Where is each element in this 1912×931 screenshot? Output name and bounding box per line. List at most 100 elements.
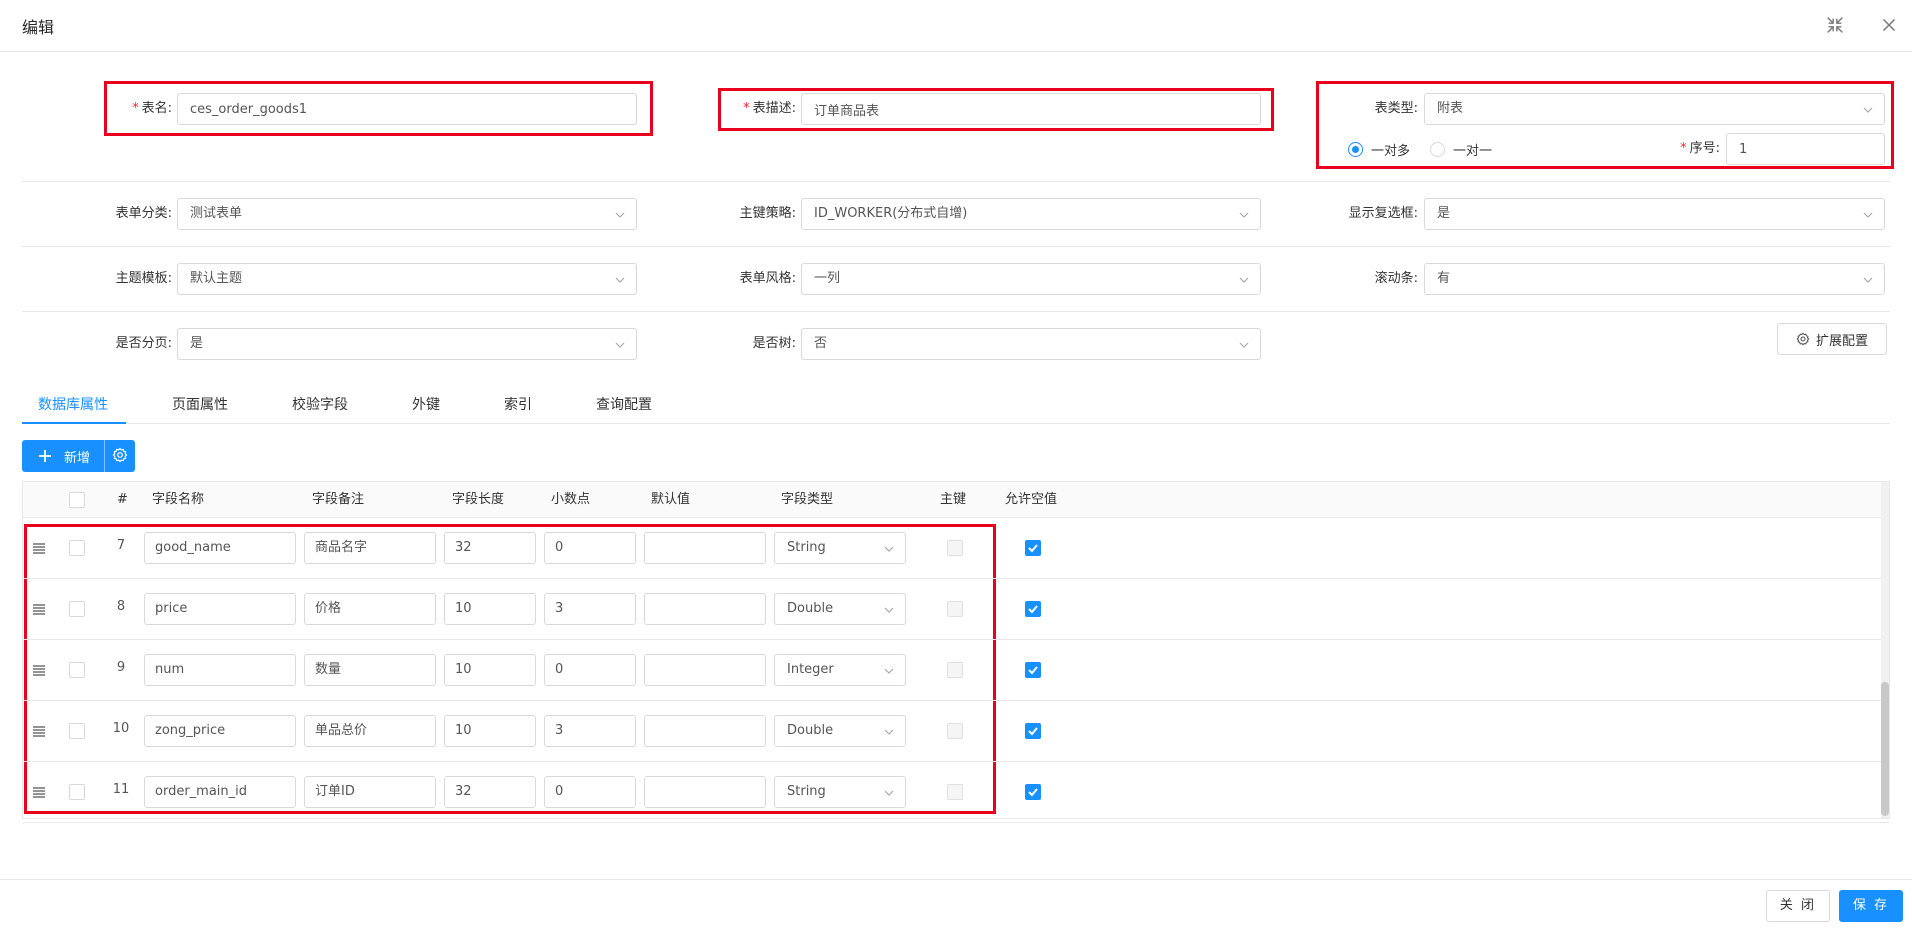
field-type-select[interactable]: String (774, 776, 906, 808)
field-decimal-input[interactable]: 3 (544, 715, 636, 747)
chevron-down-icon (1238, 209, 1250, 221)
radio-dot (1348, 141, 1363, 157)
drag-handle-icon[interactable] (31, 723, 47, 739)
drag-handle-icon[interactable] (31, 540, 47, 556)
table-desc-input[interactable] (801, 93, 1261, 125)
chevron-down-icon (1238, 274, 1250, 286)
chevron-down-icon (614, 339, 626, 351)
scrollbar-thumb[interactable] (1881, 682, 1889, 816)
chevron-down-icon (1862, 209, 1874, 221)
tab-query-config[interactable]: 查询配置 (596, 394, 652, 414)
field-remark-input[interactable]: 价格 (304, 593, 436, 625)
field-decimal-input[interactable]: 0 (544, 532, 636, 564)
field-type-select[interactable]: Integer (774, 654, 906, 686)
field-default-input[interactable] (644, 715, 766, 747)
select-all-checkbox[interactable] (69, 492, 85, 508)
field-type-select[interactable]: String (774, 532, 906, 564)
tab-foreign-keys[interactable]: 外键 (412, 394, 440, 414)
field-name-input[interactable]: price (144, 593, 296, 625)
form-category-select[interactable]: 测试表单 (177, 198, 637, 230)
field-name-input[interactable]: num (144, 654, 296, 686)
pk-checkbox[interactable] (947, 601, 963, 617)
chevron-down-icon (883, 665, 895, 677)
field-default-input[interactable] (644, 593, 766, 625)
field-length-input[interactable]: 32 (444, 776, 536, 808)
chevron-down-icon (883, 604, 895, 616)
table-type-select[interactable]: 附表 (1424, 93, 1885, 125)
table-header: # 字段名称 字段备注 字段长度 小数点 默认值 字段类型 主键 允许空值 (23, 482, 1889, 518)
row-checkbox[interactable] (69, 723, 85, 739)
divider (22, 311, 1890, 312)
field-length-input[interactable]: 10 (444, 715, 536, 747)
row-checkbox[interactable] (69, 540, 85, 556)
field-decimal-input[interactable]: 3 (544, 593, 636, 625)
form-style-select[interactable]: 一列 (801, 263, 1261, 295)
field-name-input[interactable]: good_name (144, 532, 296, 564)
field-decimal-input[interactable]: 0 (544, 654, 636, 686)
field-default-input[interactable] (644, 776, 766, 808)
drag-handle-icon[interactable] (31, 662, 47, 678)
chevron-down-icon (1862, 104, 1874, 116)
drag-handle-icon[interactable] (31, 784, 47, 800)
field-length-input[interactable]: 10 (444, 593, 536, 625)
field-decimal-input[interactable]: 0 (544, 776, 636, 808)
nullable-checkbox[interactable] (1025, 540, 1041, 556)
tab-validation-fields[interactable]: 校验字段 (292, 394, 348, 414)
chevron-down-icon (883, 543, 895, 555)
fields-table: # 字段名称 字段备注 字段长度 小数点 默认值 字段类型 主键 允许空值 7 … (22, 481, 1890, 823)
nullable-checkbox[interactable] (1025, 662, 1041, 678)
field-type-select[interactable]: Double (774, 593, 906, 625)
radio-one-to-many[interactable]: 一对多 (1348, 133, 1410, 165)
field-type-select[interactable]: Double (774, 715, 906, 747)
pk-checkbox[interactable] (947, 784, 963, 800)
check-icon (1028, 605, 1038, 614)
tab-indexes[interactable]: 索引 (504, 394, 532, 414)
field-default-input[interactable] (644, 532, 766, 564)
pk-checkbox[interactable] (947, 723, 963, 739)
row-number: 11 (112, 782, 130, 797)
table-scrollbar[interactable] (1881, 482, 1889, 818)
tab-db-properties[interactable]: 数据库属性 (38, 394, 108, 414)
table-name-label: * 表名: (132, 101, 172, 116)
close-icon[interactable] (1878, 14, 1900, 36)
field-length-input[interactable]: 10 (444, 654, 536, 686)
field-remark-input[interactable]: 商品名字 (304, 532, 436, 564)
fullscreen-exit-icon[interactable] (1824, 14, 1846, 36)
row-checkbox[interactable] (69, 662, 85, 678)
row-checkbox[interactable] (69, 784, 85, 800)
seq-input[interactable] (1726, 133, 1885, 165)
pk-strategy-select[interactable]: ID_WORKER(分布式自增) (801, 198, 1261, 230)
pk-checkbox[interactable] (947, 540, 963, 556)
save-button[interactable]: 保 存 (1839, 890, 1903, 922)
field-remark-input[interactable]: 订单ID (304, 776, 436, 808)
field-length-input[interactable]: 32 (444, 532, 536, 564)
chevron-down-icon (883, 787, 895, 799)
field-remark-input[interactable]: 数量 (304, 654, 436, 686)
is-tree-select[interactable]: 否 (801, 328, 1261, 360)
table-name-input[interactable] (177, 93, 637, 125)
theme-label: 主题模板: (115, 271, 172, 286)
close-button[interactable]: 关 闭 (1766, 890, 1830, 922)
paging-select[interactable]: 是 (177, 328, 637, 360)
theme-select[interactable]: 默认主题 (177, 263, 637, 295)
field-name-input[interactable]: order_main_id (144, 776, 296, 808)
field-default-input[interactable] (644, 654, 766, 686)
ext-config-button[interactable]: 扩展配置 (1777, 323, 1887, 355)
tab-page-properties[interactable]: 页面属性 (172, 394, 228, 414)
col-header-num: # (117, 492, 128, 507)
nullable-checkbox[interactable] (1025, 601, 1041, 617)
add-button[interactable]: 新增 (22, 440, 135, 472)
nullable-checkbox[interactable] (1025, 723, 1041, 739)
radio-one-to-one[interactable]: 一对一 (1430, 133, 1492, 165)
col-header-name: 字段名称 (152, 492, 205, 507)
field-name-input[interactable]: zong_price (144, 715, 296, 747)
show-checkbox-select[interactable]: 是 (1424, 198, 1885, 230)
gear-icon[interactable] (112, 447, 130, 465)
drag-handle-icon[interactable] (31, 601, 47, 617)
scrollbar-select[interactable]: 有 (1424, 263, 1885, 295)
nullable-checkbox[interactable] (1025, 784, 1041, 800)
split-divider (104, 440, 105, 472)
pk-checkbox[interactable] (947, 662, 963, 678)
row-checkbox[interactable] (69, 601, 85, 617)
field-remark-input[interactable]: 单品总价 (304, 715, 436, 747)
